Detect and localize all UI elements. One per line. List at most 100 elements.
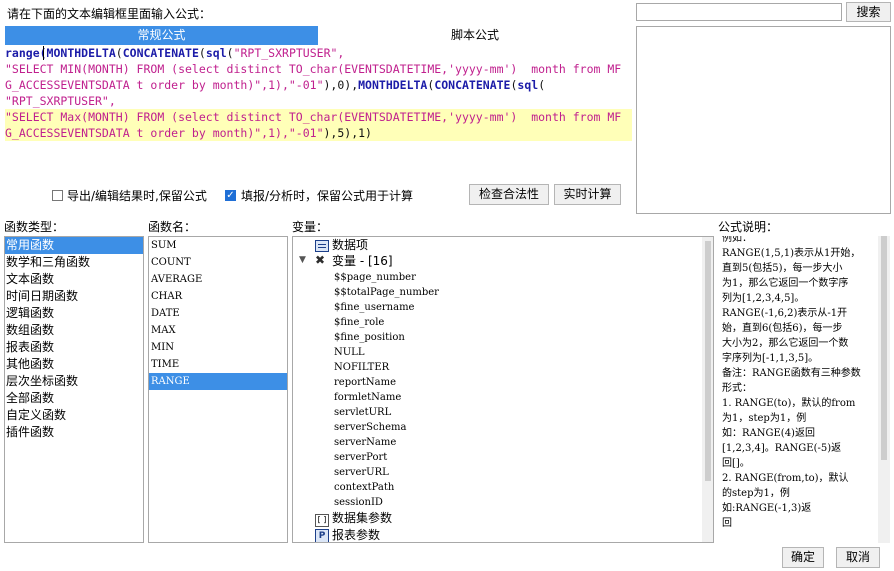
func-type-item[interactable]: 逻辑函数	[5, 305, 143, 322]
description-line: [1,2,3,4]。RANGE(-5)返	[722, 443, 842, 454]
editor-line: G_ACCESSEVENTSDATA t order by month)",1)…	[5, 125, 632, 141]
variable-item[interactable]: servletURL	[334, 405, 391, 420]
formula-description-panel: 例如： RANGE(1,5,1)表示从1开始， 直到5(包括5)，每一步大小 为1，那…	[718, 236, 890, 543]
editor-line: range(MONTHDELTA(CONCATENATE(sql("RPT_SX…	[5, 45, 632, 61]
variable-tree: 数据项 ▼ ✖ 变量 - [16] $$page_number $$totalPa…	[292, 236, 714, 543]
formula-editor[interactable]: range(MONTHDELTA(CONCATENATE(sql("RPT_SX…	[5, 45, 632, 175]
editor-token: range(	[5, 46, 47, 60]
description-line: 如:RANGE(-1,3)返	[722, 503, 812, 514]
variable-item[interactable]: NULL	[334, 345, 364, 360]
editor-token: G_ACCESSEVENTSDATA t order by month)",1)…	[5, 78, 289, 92]
fill-keep-checkbox[interactable]: ✓	[225, 190, 236, 201]
description-scrollbar[interactable]	[878, 236, 890, 543]
func-type-item[interactable]: 插件函数	[5, 424, 143, 441]
func-name-item[interactable]: DATE	[149, 305, 287, 322]
ok-button[interactable]: 确定	[782, 547, 824, 568]
description-line: 回	[722, 518, 732, 529]
variable-item[interactable]: $fine_username	[334, 300, 414, 315]
func-name-item[interactable]: AVERAGE	[149, 271, 287, 288]
description-line: 的step为1，例	[722, 488, 790, 499]
func-name-item[interactable]: TIME	[149, 356, 287, 373]
func-type-item[interactable]: 数组函数	[5, 322, 143, 339]
description-line: 1. RANGE(to)，默认的from	[722, 398, 856, 409]
formula-tabs: 常规公式 脚本公式	[5, 26, 632, 45]
cancel-button[interactable]: 取消	[836, 547, 880, 568]
variable-item[interactable]: $fine_role	[334, 315, 384, 330]
editor-token: MONTHDELTA	[46, 46, 116, 60]
search-input[interactable]	[636, 3, 842, 21]
tree-node-data-item[interactable]: 数据项	[332, 238, 368, 253]
func-name-item[interactable]: COUNT	[149, 254, 287, 271]
variable-item[interactable]: serverURL	[334, 465, 389, 480]
report-params-icon: P	[315, 529, 329, 542]
func-type-item[interactable]: 时间日期函数	[5, 288, 143, 305]
editor-token: (	[198, 46, 206, 60]
func-name-item[interactable]: MIN	[149, 339, 287, 356]
editor-token: "-01"	[288, 78, 324, 92]
editor-token: "SELECT MIN(MONTH) FROM (select distinct…	[5, 62, 622, 76]
tab-script-formula[interactable]: 脚本公式	[318, 26, 632, 45]
variable-item[interactable]: $$totalPage_number	[334, 285, 439, 300]
export-keep-label: 导出/编辑结果时,保留公式	[67, 189, 207, 203]
editor-token: (	[226, 46, 234, 60]
formula-prompt: 请在下面的文本编辑框里面输入公式：	[7, 7, 212, 21]
editor-token: CONCATENATE	[122, 46, 199, 60]
editor-token: "RPT_SXRPTUSER",	[5, 94, 116, 108]
expand-arrow-icon[interactable]: ▼	[299, 255, 306, 265]
func-name-header: 函数名：	[148, 220, 197, 234]
variable-item[interactable]: reportName	[334, 375, 396, 390]
tree-node-variables[interactable]: 变量 - [16]	[332, 254, 393, 269]
editor-token: MONTHDELTA	[358, 78, 428, 92]
variable-group-icon: ✖	[315, 253, 326, 267]
formula-desc-header: 公式说明：	[718, 220, 779, 234]
description-line: 例如：	[722, 236, 752, 244]
variable-scrollbar[interactable]	[702, 237, 713, 542]
description-line: 备注：RANGE函数有三种参数	[722, 368, 861, 379]
func-name-item[interactable]: SUM	[149, 237, 287, 254]
func-type-item[interactable]: 数学和三角函数	[5, 254, 143, 271]
description-line: RANGE(-1,6,2)表示从-1开	[722, 308, 848, 319]
realtime-calc-button[interactable]: 实时计算	[554, 184, 621, 205]
editor-token: "RPT_SXRPTUSER",	[233, 46, 345, 60]
editor-line: "RPT_SXRPTUSER",	[5, 93, 632, 109]
description-line: 直到5(包括5)，每一步大小	[722, 263, 843, 274]
check-validity-button[interactable]: 检查合法性	[469, 184, 549, 205]
search-button[interactable]: 搜索	[846, 2, 891, 22]
editor-token: "-01"	[288, 126, 324, 140]
tree-node-report-params[interactable]: 报表参数	[332, 528, 380, 542]
description-line: 如：RANGE(4)返回	[722, 428, 815, 439]
func-type-item[interactable]: 报表函数	[5, 339, 143, 356]
func-type-list: 常用函数 数学和三角函数 文本函数 时间日期函数 逻辑函数 数组函数 报表函数 其他函数 层次坐…	[4, 236, 144, 543]
dataset-params-icon: [ ]	[315, 514, 329, 527]
func-type-item[interactable]: 自定义函数	[5, 407, 143, 424]
func-name-item[interactable]: MAX	[149, 322, 287, 339]
func-type-item[interactable]: 其他函数	[5, 356, 143, 373]
func-name-item[interactable]: CHAR	[149, 288, 287, 305]
text-caret	[43, 46, 44, 60]
description-line: RANGE(1,5,1)表示从1开始，	[722, 248, 861, 259]
tree-node-dataset-params[interactable]: 数据集参数	[332, 511, 392, 526]
variable-item[interactable]: serverPort	[334, 450, 387, 465]
variable-item[interactable]: NOFILTER	[334, 360, 389, 375]
variable-item[interactable]: serverName	[334, 435, 396, 450]
description-line: 2. RANGE(from,to)，默认	[722, 473, 849, 484]
tab-regular-formula[interactable]: 常规公式	[5, 26, 318, 45]
editor-line: "SELECT MIN(MONTH) FROM (select distinct…	[5, 61, 632, 77]
func-name-item[interactable]: RANGE	[149, 373, 287, 390]
variable-item[interactable]: sessionID	[334, 495, 383, 510]
fill-keep-label: 填报/分析时，保留公式用于计算	[241, 189, 414, 203]
func-type-item[interactable]: 文本函数	[5, 271, 143, 288]
export-keep-checkbox[interactable]	[52, 190, 63, 201]
func-type-item[interactable]: 常用函数	[5, 237, 143, 254]
func-type-item[interactable]: 层次坐标函数	[5, 373, 143, 390]
variable-item[interactable]: formletName	[334, 390, 401, 405]
func-type-item[interactable]: 全部函数	[5, 390, 143, 407]
variable-item[interactable]: $fine_position	[334, 330, 405, 345]
editor-token: ),5),1)	[323, 126, 372, 140]
variable-item[interactable]: $$page_number	[334, 270, 416, 285]
variable-item[interactable]: serverSchema	[334, 420, 406, 435]
func-type-header: 函数类型：	[4, 220, 65, 234]
func-name-list: SUM COUNT AVERAGE CHAR DATE MAX MIN TIME RANGE	[148, 236, 288, 543]
editor-line: "SELECT Max(MONTH) FROM (select distinct…	[5, 109, 632, 125]
variable-item[interactable]: contextPath	[334, 480, 394, 495]
